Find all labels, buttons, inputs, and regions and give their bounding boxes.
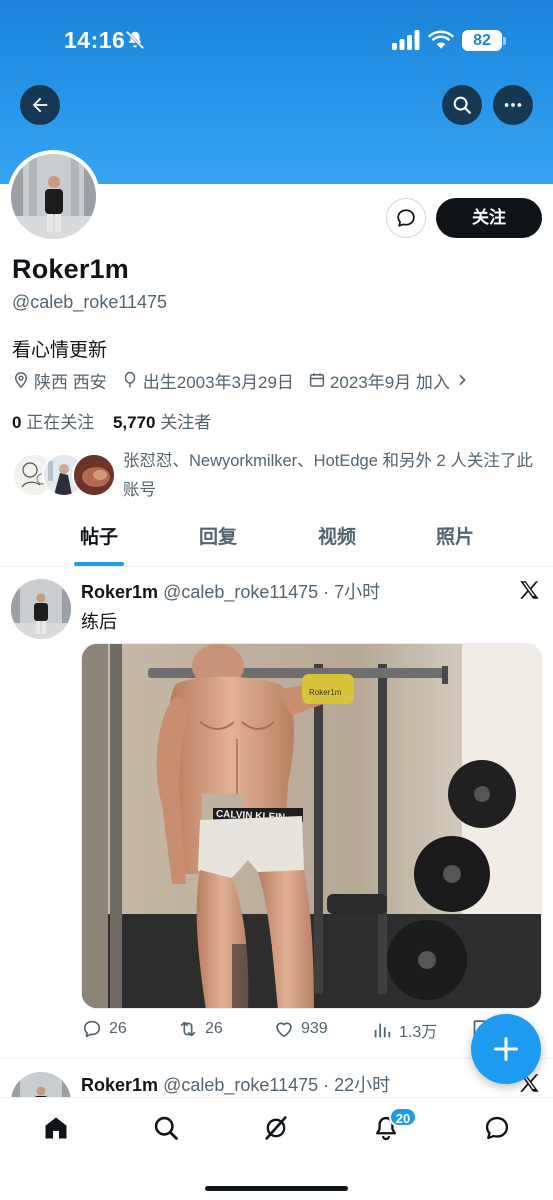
gym-selfie-photo: Roker1m CALVIN KLEIN [82, 644, 541, 1008]
active-tab-indicator [74, 562, 124, 566]
nav-home[interactable] [36, 1112, 76, 1144]
followed-by-text: 张怼怼、Newyorkmilker、HotEdge 和另外 2 人关注了此账号 [123, 452, 533, 499]
bottom-navigation: 20 [0, 1097, 553, 1200]
post-image[interactable]: Roker1m CALVIN KLEIN [81, 643, 542, 1009]
following-count: 0 [12, 413, 22, 432]
status-bar: 14:16 82 [0, 0, 553, 80]
search-icon [453, 96, 471, 114]
grok-icon [265, 1116, 287, 1140]
calendar-icon [309, 373, 325, 387]
following-label: 正在关注 [26, 413, 95, 432]
notifications-badge: 20 [389, 1107, 417, 1127]
search-icon [154, 1116, 178, 1140]
phone-case-text: Roker1m [309, 688, 342, 697]
tab-videos[interactable]: 视频 [287, 515, 387, 567]
birth-text: 出生2003年3月29日 [142, 372, 294, 392]
repost-count: 26 [205, 1020, 223, 1037]
balloon-icon [124, 371, 135, 388]
post-meta: @caleb_roke11475 · 7小时 [163, 582, 381, 602]
mutual-avatar [72, 453, 116, 497]
followers-label: 关注者 [160, 413, 212, 432]
follow-stats: 0 正在关注 5,770 关注者 [12, 408, 225, 433]
profile-handle: @caleb_roke11475 [12, 292, 168, 312]
wifi-icon [428, 30, 454, 49]
location-meta: 陕西 西安 [12, 368, 107, 393]
joined-text: 2023年9月 加入 [329, 372, 450, 392]
following-stat[interactable]: 0 正在关注 [12, 413, 94, 432]
search-button[interactable] [442, 85, 482, 125]
post[interactable]: Roker1m @caleb_roke11475 · 7小时 练后 Roker1… [0, 567, 553, 1059]
back-button[interactable] [20, 85, 60, 125]
post[interactable]: Roker1m @caleb_roke11475 · 22小时 [0, 1060, 553, 1132]
location-text: 陕西 西安 [34, 372, 107, 392]
post-header: Roker1m @caleb_roke11475 · 7小时 [81, 578, 380, 604]
like-action[interactable]: 939 [273, 1018, 328, 1040]
post-meta: @caleb_roke11475 · 22小时 [163, 1075, 391, 1095]
followers-you-know[interactable]: 张怼怼、Newyorkmilker、HotEdge 和另外 2 人关注了此账号 [12, 447, 542, 503]
profile-display-name: Roker1m [12, 254, 129, 284]
post-header: Roker1m @caleb_roke11475 · 22小时 [81, 1071, 390, 1097]
views-bar-chart-icon [374, 1023, 391, 1038]
repost-action[interactable]: 26 [177, 1018, 223, 1040]
reply-action[interactable]: 26 [81, 1018, 127, 1040]
more-horizontal-icon [504, 103, 522, 107]
tab-posts[interactable]: 帖子 [49, 515, 149, 567]
joined-meta[interactable]: 2023年9月 加入 [308, 368, 474, 393]
silent-bell-icon [125, 30, 145, 50]
post-author-name[interactable]: Roker1m [81, 1075, 158, 1095]
home-icon [45, 1117, 67, 1139]
home-indicator [205, 1186, 348, 1191]
status-time: 14:16 [64, 27, 126, 53]
followers-stat[interactable]: 5,770 关注者 [113, 413, 211, 432]
tab-replies[interactable]: 回复 [168, 515, 268, 567]
post-text: 练后 [81, 612, 117, 632]
plus-icon [493, 1036, 519, 1062]
compose-button[interactable] [471, 1014, 541, 1084]
views-action[interactable]: 1.3万 [371, 1018, 437, 1042]
nav-messages[interactable] [477, 1112, 517, 1144]
repost-icon [180, 1021, 196, 1037]
more-options-button[interactable] [493, 85, 533, 125]
chevron-right-icon [459, 374, 466, 386]
like-count: 939 [301, 1020, 328, 1037]
nav-search[interactable] [146, 1112, 186, 1144]
location-pin-icon [14, 372, 28, 389]
post-avatar[interactable] [11, 579, 71, 639]
signal-icon [392, 30, 420, 50]
arrow-left-icon [32, 97, 48, 113]
birth-meta: 出生2003年3月29日 [121, 368, 294, 393]
reply-icon [83, 1020, 101, 1038]
nav-grok[interactable] [256, 1112, 296, 1144]
profile-bio: 看心情更新 [12, 340, 108, 361]
battery-cap [503, 37, 506, 45]
battery-indicator: 82 [462, 30, 502, 51]
x-logo-icon [520, 581, 539, 599]
followers-count: 5,770 [112, 413, 156, 432]
profile-photo [11, 154, 96, 239]
mutual-avatars [12, 453, 116, 499]
chat-bubble-icon [397, 209, 415, 227]
profile-meta: 陕西 西安 出生2003年3月29日 2023年9月 加入 [12, 368, 488, 392]
messages-icon [485, 1116, 509, 1140]
profile-avatar[interactable] [7, 150, 100, 243]
profile-tabs: 帖子 回复 视频 照片 [0, 515, 553, 567]
follow-button[interactable]: 关注 [436, 198, 542, 238]
reply-count: 26 [109, 1020, 127, 1037]
message-button[interactable] [386, 198, 426, 238]
tab-photos[interactable]: 照片 [405, 515, 505, 567]
heart-icon [276, 1022, 292, 1038]
post-author-name[interactable]: Roker1m [81, 582, 158, 602]
views-count: 1.3万 [399, 1024, 438, 1041]
